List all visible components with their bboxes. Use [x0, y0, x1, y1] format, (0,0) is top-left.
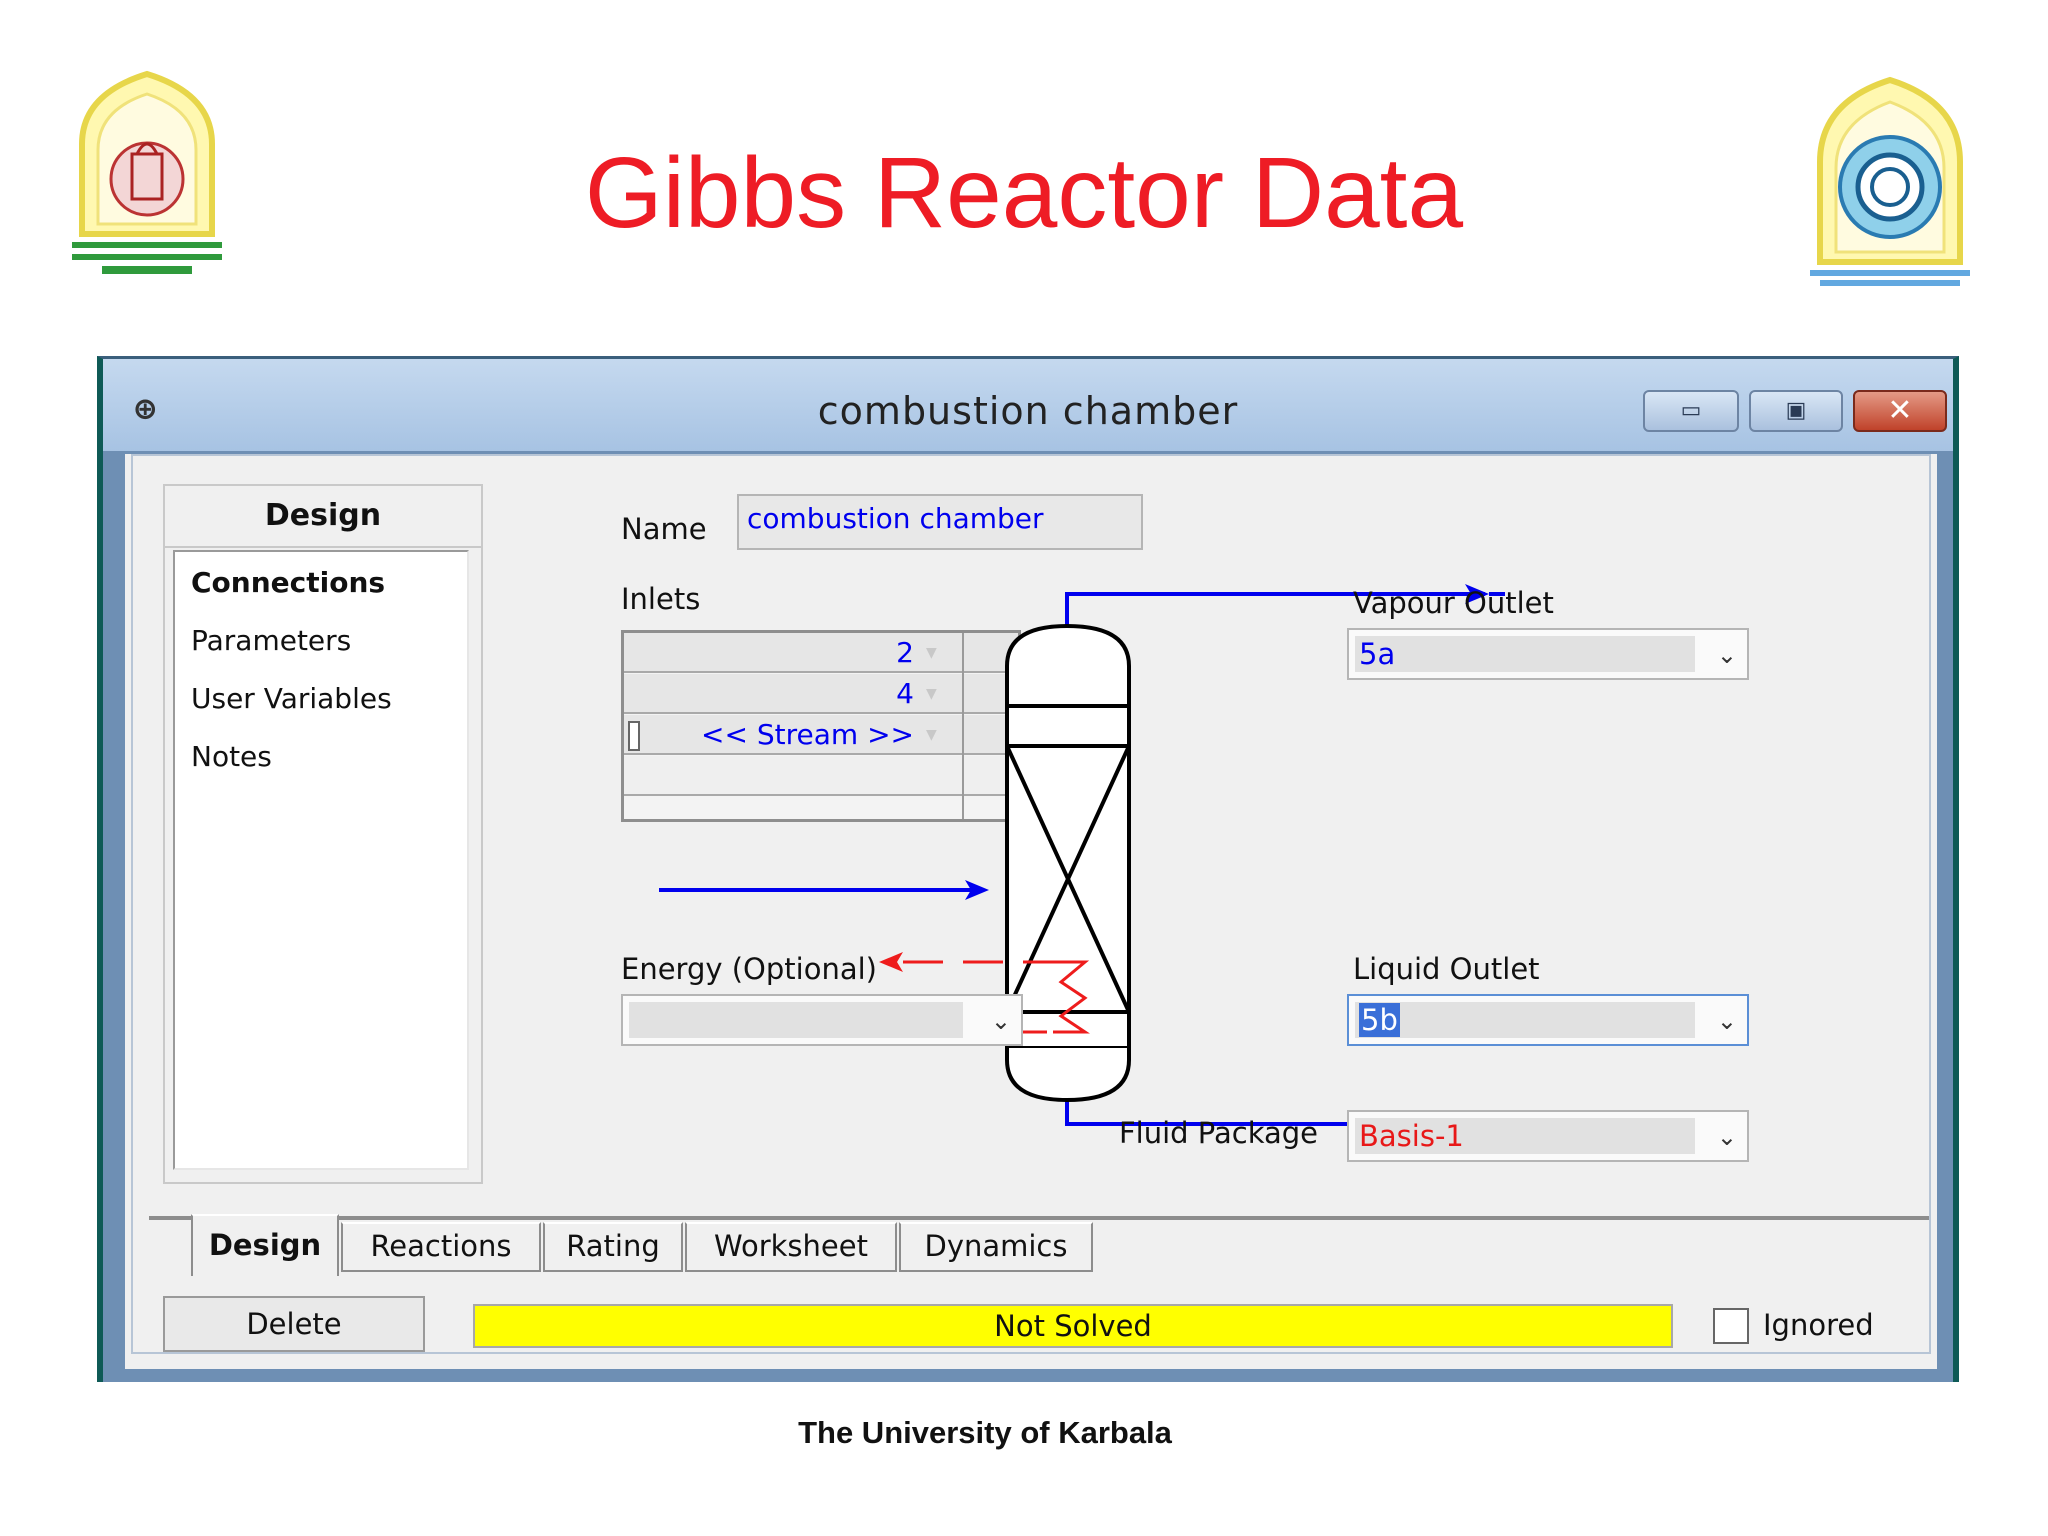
tab-worksheet[interactable]: Worksheet: [685, 1222, 897, 1272]
energy-value: [629, 1002, 963, 1038]
design-nav-panel: Design Connections Parameters User Varia…: [163, 484, 483, 1184]
tab-reactions[interactable]: Reactions: [341, 1222, 541, 1272]
minimize-button[interactable]: ▭: [1643, 390, 1739, 432]
tab-design[interactable]: Design: [191, 1214, 339, 1276]
chevron-down-icon[interactable]: ⌄: [1717, 638, 1737, 672]
tab-rating[interactable]: Rating: [543, 1222, 683, 1272]
chevron-down-icon[interactable]: ⌄: [1717, 1120, 1737, 1154]
vessel-top-head: [1005, 623, 1131, 706]
vapour-outlet-value: 5a: [1355, 636, 1695, 672]
slide-title: Gibbs Reactor Data: [584, 137, 1464, 249]
nav-list: Connections Parameters User Variables No…: [173, 550, 469, 1170]
vapour-outlet-label: Vapour Outlet: [1353, 586, 1554, 620]
vapour-outlet-select[interactable]: 5a ⌄: [1347, 628, 1749, 680]
nav-item-notes[interactable]: Notes: [191, 740, 272, 773]
reactor-window: ⊕ combustion chamber ▭ ▣ ✕ Design Connec…: [97, 356, 1959, 1382]
ignored-label: Ignored: [1763, 1308, 1874, 1342]
liquid-outlet-label: Liquid Outlet: [1353, 952, 1540, 986]
fluid-package-value: Basis-1: [1355, 1118, 1695, 1154]
energy-select[interactable]: ⌄: [621, 994, 1023, 1046]
slide-footer: The University of Karbala: [798, 1415, 1172, 1450]
nav-item-parameters[interactable]: Parameters: [191, 624, 351, 657]
nav-item-connections[interactable]: Connections: [191, 566, 385, 599]
nav-header: Design: [165, 486, 481, 548]
fluid-package-label: Fluid Package: [1119, 1116, 1319, 1150]
energy-label: Energy (Optional): [621, 952, 877, 986]
close-button[interactable]: ✕: [1853, 390, 1947, 432]
energy-arrow-icon: [879, 952, 903, 972]
tab-dynamics[interactable]: Dynamics: [899, 1222, 1093, 1272]
vessel-bottom-head: [1005, 1048, 1131, 1103]
delete-button[interactable]: Delete: [163, 1296, 425, 1352]
maximize-button[interactable]: ▣: [1749, 390, 1843, 432]
tab-strip-line: [149, 1216, 1929, 1220]
design-page: Design Connections Parameters User Varia…: [131, 454, 1931, 1354]
window-client: Design Connections Parameters User Varia…: [125, 454, 1937, 1369]
liquid-outlet-value: 5b: [1355, 1002, 1695, 1038]
ignored-checkbox[interactable]: [1713, 1308, 1749, 1344]
liquid-outlet-select[interactable]: 5b ⌄: [1347, 994, 1749, 1046]
nav-item-user-variables[interactable]: User Variables: [191, 682, 392, 715]
chevron-down-icon[interactable]: ⌄: [1717, 1004, 1737, 1038]
chevron-down-icon[interactable]: ⌄: [991, 1004, 1011, 1038]
window-titlebar[interactable]: ⊕ combustion chamber ▭ ▣ ✕: [103, 359, 1953, 451]
fluid-package-select[interactable]: Basis-1 ⌄: [1347, 1110, 1749, 1162]
status-bar: Not Solved: [473, 1304, 1673, 1348]
liquid-outlet-selected-text: 5b: [1359, 1003, 1400, 1037]
